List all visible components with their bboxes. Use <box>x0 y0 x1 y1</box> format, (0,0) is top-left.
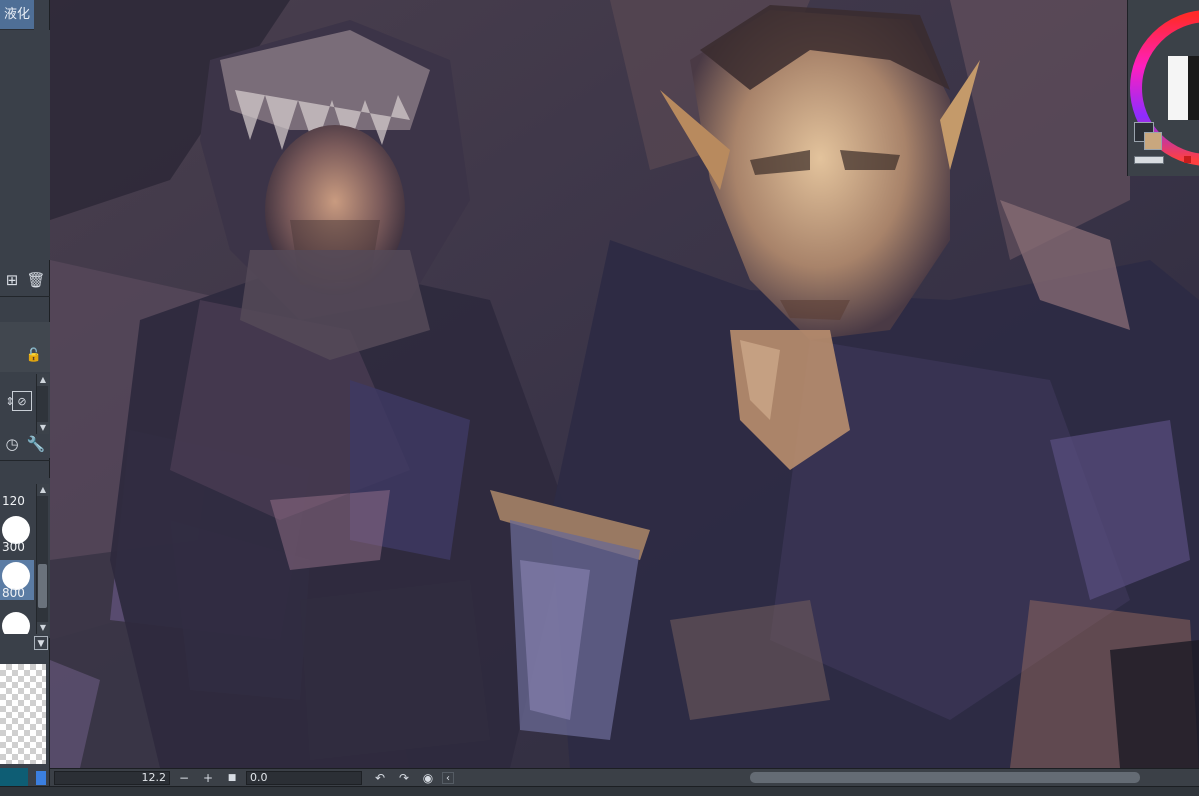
brush-size-scrollbar[interactable]: ▲ ▼ <box>36 484 49 634</box>
panel-divider <box>0 296 50 297</box>
brush-size-next[interactable] <box>0 610 34 634</box>
chevron-down-icon[interactable]: ▼ <box>34 636 48 650</box>
brush-size-label: 800 <box>2 586 25 600</box>
tab-liquify[interactable]: 液化 <box>0 0 34 30</box>
brush-size-300[interactable]: 300 <box>0 514 34 554</box>
undo-rotate-icon[interactable]: ↶ <box>372 770 388 786</box>
panel-divider-2 <box>0 460 50 461</box>
subtool-list-area <box>0 30 50 260</box>
wrench-icon[interactable]: 🔧 <box>26 434 46 454</box>
scroll-up-icon[interactable]: ▲ <box>37 484 49 496</box>
zoom-field[interactable]: 12.2 <box>54 771 170 785</box>
horizontal-scrollbar[interactable] <box>750 772 1140 783</box>
plus-icon[interactable]: + <box>200 770 216 786</box>
brush-size-120[interactable]: 120 <box>0 478 34 508</box>
brush-preview-dot <box>2 612 30 634</box>
scroll-thumb[interactable] <box>38 564 47 608</box>
scroll-down-icon[interactable]: ▼ <box>37 622 49 634</box>
paint-app-window: 液化 ⊞ 🗑 🔓 ⇕ ⊘ ◷ 🔧 ▲ ▼ 120 300 800 ▲ ▼ ▼ 1… <box>0 0 1199 796</box>
current-color-swatch[interactable] <box>0 768 28 788</box>
transparent-color-button[interactable] <box>1134 156 1164 164</box>
minus-icon[interactable]: − <box>176 770 192 786</box>
rotation-field[interactable]: 0.0 <box>246 771 362 785</box>
brush-size-label: 120 <box>2 494 25 508</box>
brush-size-800[interactable]: 800 <box>0 560 34 600</box>
color-wheel[interactable] <box>1128 0 1199 176</box>
color-wheel-panel <box>1127 0 1199 176</box>
transparent-color-swatch[interactable] <box>0 664 46 764</box>
bottom-strip <box>0 786 1199 796</box>
stop-icon[interactable]: ■ <box>224 770 240 786</box>
brush-size-label: 300 <box>2 540 25 554</box>
lock-icon[interactable]: 🔓 <box>24 346 44 366</box>
drawing-canvas[interactable] <box>50 0 1199 768</box>
trash-icon[interactable]: 🗑 <box>26 270 46 290</box>
scroll-down-icon[interactable]: ▼ <box>37 422 49 434</box>
sub-color-swatch[interactable] <box>1144 132 1162 150</box>
chevron-left-icon[interactable]: ‹ <box>442 772 454 784</box>
artwork-painting <box>50 0 1199 768</box>
new-layer-icon[interactable]: ⊞ <box>2 270 22 290</box>
property-scrollbar[interactable]: ▲ ▼ <box>36 374 49 434</box>
color-mode-indicator <box>1184 156 1191 163</box>
navigator-status-bar: 12.2 − + ■ 0.0 ↶ ↷ ◉ ‹ <box>50 768 1199 786</box>
mask-icon[interactable]: ⊘ <box>12 391 32 411</box>
scroll-up-icon[interactable]: ▲ <box>37 374 49 386</box>
reset-rotate-icon[interactable]: ◉ <box>420 770 436 786</box>
timer-icon[interactable]: ◷ <box>2 434 22 454</box>
left-tool-panel: 液化 ⊞ 🗑 🔓 ⇕ ⊘ ◷ 🔧 ▲ ▼ 120 300 800 ▲ ▼ ▼ <box>0 0 50 796</box>
redo-rotate-icon[interactable]: ↷ <box>396 770 412 786</box>
active-color-marker <box>36 771 46 785</box>
